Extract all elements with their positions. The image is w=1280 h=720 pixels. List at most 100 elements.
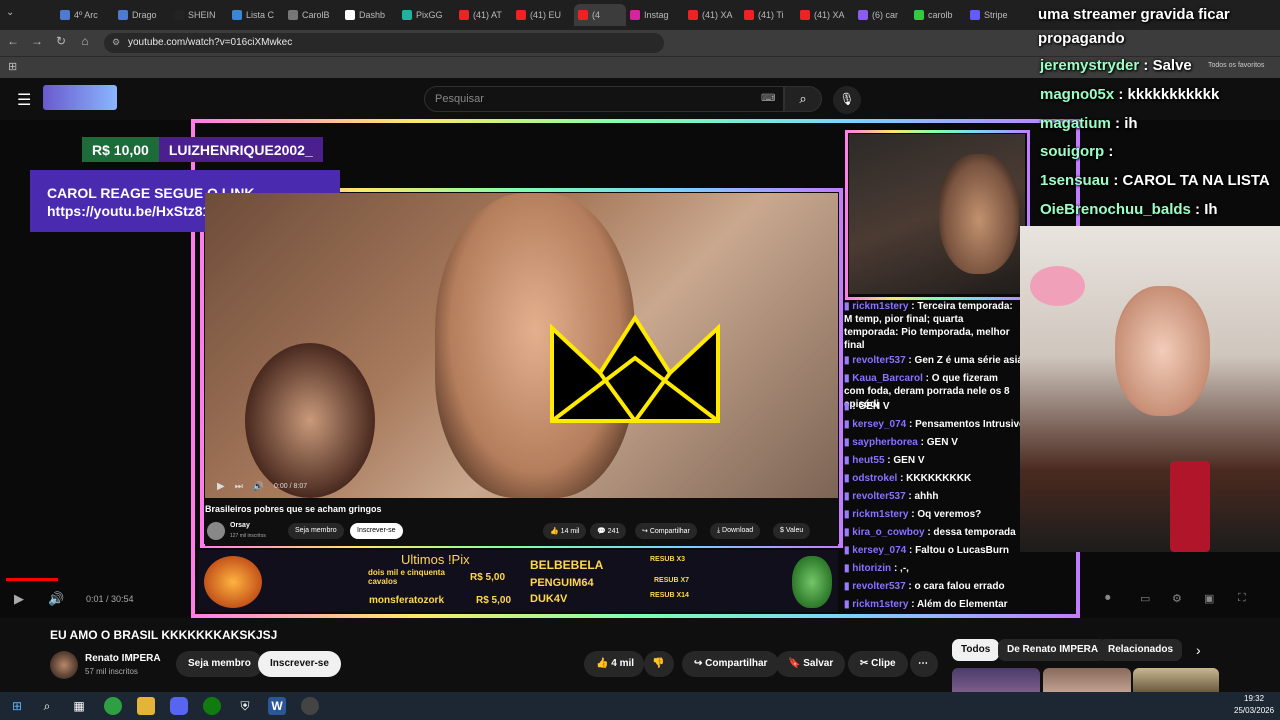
forward-icon[interactable]: → <box>28 34 46 48</box>
browser-tab[interactable]: (41) AT <box>459 4 511 26</box>
small-chat-text: : GEN V <box>884 455 925 466</box>
small-chat-username: saypherborea <box>852 437 918 448</box>
menu-icon[interactable]: ☰ <box>17 90 31 110</box>
player-time: 0:01 / 30:54 <box>86 594 134 604</box>
small-chat-message: ▮ kira_o_cowboy : dessa temporada <box>844 526 1020 539</box>
small-chat-username: revolter537 <box>852 355 906 366</box>
browser-tab[interactable]: Dashb <box>345 4 397 26</box>
play-button[interactable]: ▶ <box>14 591 24 607</box>
channel-name[interactable]: Renato IMPERA <box>85 653 161 664</box>
thumbs-up-icon: 👍 <box>596 658 609 669</box>
apps-icon[interactable]: ⊞ <box>8 60 17 73</box>
channel-logo[interactable] <box>43 85 117 110</box>
task-view-icon[interactable]: ▦ <box>70 697 88 715</box>
discord-icon[interactable] <box>170 697 188 715</box>
browser-tab[interactable]: SHEIN <box>174 4 226 26</box>
chip-related[interactable]: Relacionados <box>1099 639 1183 661</box>
more-actions-button[interactable]: ⋯ <box>910 651 938 677</box>
big-chat-message: uma streamer gravida ficar <box>1038 6 1230 23</box>
pix-header: Ultimos !Pix <box>401 552 470 567</box>
voice-search-button[interactable]: 🎙 <box>833 86 861 114</box>
inner-like-count: 14 mil <box>560 528 580 535</box>
volume-button[interactable]: 🔊 <box>48 591 64 607</box>
like-count: 4 mil <box>611 658 635 669</box>
word-icon[interactable]: W <box>268 697 286 715</box>
browser-tab[interactable]: (41) XA <box>800 4 852 26</box>
search-button[interactable]: ⌕ <box>784 86 822 112</box>
like-button[interactable]: 👍 4 mil <box>584 651 644 677</box>
small-chat-username: heut55 <box>852 455 885 466</box>
tab-label: PixGG <box>416 10 443 20</box>
recommended-thumb-2[interactable] <box>1043 668 1131 692</box>
channel-avatar[interactable] <box>50 651 78 679</box>
obs-icon[interactable] <box>301 697 319 715</box>
tab-list-button[interactable]: ⌄ <box>6 7 14 18</box>
browser-tab[interactable]: Stripe <box>970 4 1022 26</box>
inner-video-info: Brasileiros pobres que se acham gringos … <box>205 498 838 546</box>
url-input[interactable]: ⚙ youtube.com/watch?v=016ciXMwkec <box>104 33 664 53</box>
browser-tab[interactable]: CarolB <box>288 4 340 26</box>
tab-favicon-icon <box>914 10 924 20</box>
save-button[interactable]: 🔖 Salvar <box>776 651 846 677</box>
chevron-right-icon[interactable]: › <box>1196 642 1201 658</box>
browser-tab[interactable]: (41) Ti <box>744 4 796 26</box>
home-icon[interactable]: ⌂ <box>76 34 94 48</box>
tab-favicon-icon <box>459 10 469 20</box>
dislike-button[interactable]: 👎 <box>644 651 674 677</box>
pix-message-text: dois mil e cinquenta cavalos <box>368 568 445 586</box>
browser-tab[interactable]: 4º Arc <box>60 4 112 26</box>
video-progress-bar[interactable] <box>6 578 58 581</box>
subtitles-icon[interactable]: ▭ <box>1140 592 1150 605</box>
inner-channel-name: Orsay <box>230 522 250 529</box>
tab-label: (41) XA <box>814 10 845 20</box>
browser-tab[interactable]: carolb <box>914 4 966 26</box>
small-chat-text: : Além do Elementar <box>908 599 1008 610</box>
browser-tab[interactable]: Lista C <box>232 4 284 26</box>
security-icon[interactable]: ⛨ <box>236 697 254 715</box>
big-chat-message: jeremystryder : Salve <box>1040 57 1192 74</box>
tab-favicon-icon <box>402 10 412 20</box>
browser-tab[interactable]: (41) XA <box>688 4 740 26</box>
small-chat-text: : ,-, <box>891 563 909 574</box>
subscribe-button[interactable]: Inscrever-se <box>258 651 341 677</box>
join-button[interactable]: Seja membro <box>176 651 263 677</box>
clock-time: 19:32 <box>1244 694 1265 703</box>
browser-tab[interactable]: (41) EU <box>516 4 568 26</box>
xbox-icon[interactable] <box>203 697 221 715</box>
recommended-thumb-1[interactable] <box>952 668 1040 692</box>
browser-tab[interactable]: (4 <box>574 4 626 26</box>
big-chat-username: 1sensuau <box>1040 172 1110 189</box>
share-button[interactable]: ↪ Compartilhar <box>682 651 780 677</box>
start-icon[interactable]: ⊞ <box>8 697 26 715</box>
chip-all[interactable]: Todos <box>952 639 1000 661</box>
recommended-thumb-3[interactable] <box>1133 668 1219 692</box>
keyboard-icon[interactable]: ⌨ <box>761 93 775 104</box>
miniplayer-icon[interactable]: ▣ <box>1204 592 1214 605</box>
back-icon[interactable]: ← <box>4 34 22 48</box>
browser-tab[interactable]: (6) car <box>858 4 910 26</box>
taskbar-search-icon[interactable]: ⌕ <box>38 697 56 715</box>
share-label: Compartilhar <box>705 658 768 669</box>
search-input[interactable]: Pesquisar ⌨ <box>424 86 784 112</box>
small-chat-username: rickm1stery <box>852 599 909 610</box>
fullscreen-icon[interactable]: ⛶ <box>1238 592 1246 605</box>
tab-label: (41) XA <box>702 10 733 20</box>
site-info-icon[interactable]: ⚙ <box>112 37 120 48</box>
search-icon: ⌕ <box>799 91 807 106</box>
file-explorer-icon[interactable] <box>137 697 155 715</box>
clip-button[interactable]: ✂ Clipe <box>848 651 908 677</box>
scissors-icon: ✂ <box>860 658 869 669</box>
browser-tab[interactable]: Instag <box>630 4 682 26</box>
chip-channel[interactable]: De Renato IMPERA <box>998 639 1108 661</box>
big-chat-text: uma streamer gravida ficar <box>1038 6 1230 23</box>
clip-label: Clipe <box>871 658 896 669</box>
inner-video <box>205 193 838 498</box>
settings-icon[interactable]: ⚙ <box>1172 592 1182 605</box>
chrome-icon[interactable] <box>104 697 122 715</box>
inner-comments-pill: 💬 241 <box>590 523 627 539</box>
browser-tab[interactable]: Drago <box>118 4 170 26</box>
tab-favicon-icon <box>970 10 980 20</box>
autoplay-toggle[interactable]: ⏺ <box>1105 592 1111 605</box>
browser-tab[interactable]: PixGG <box>402 4 454 26</box>
reload-icon[interactable]: ↻ <box>52 34 70 48</box>
